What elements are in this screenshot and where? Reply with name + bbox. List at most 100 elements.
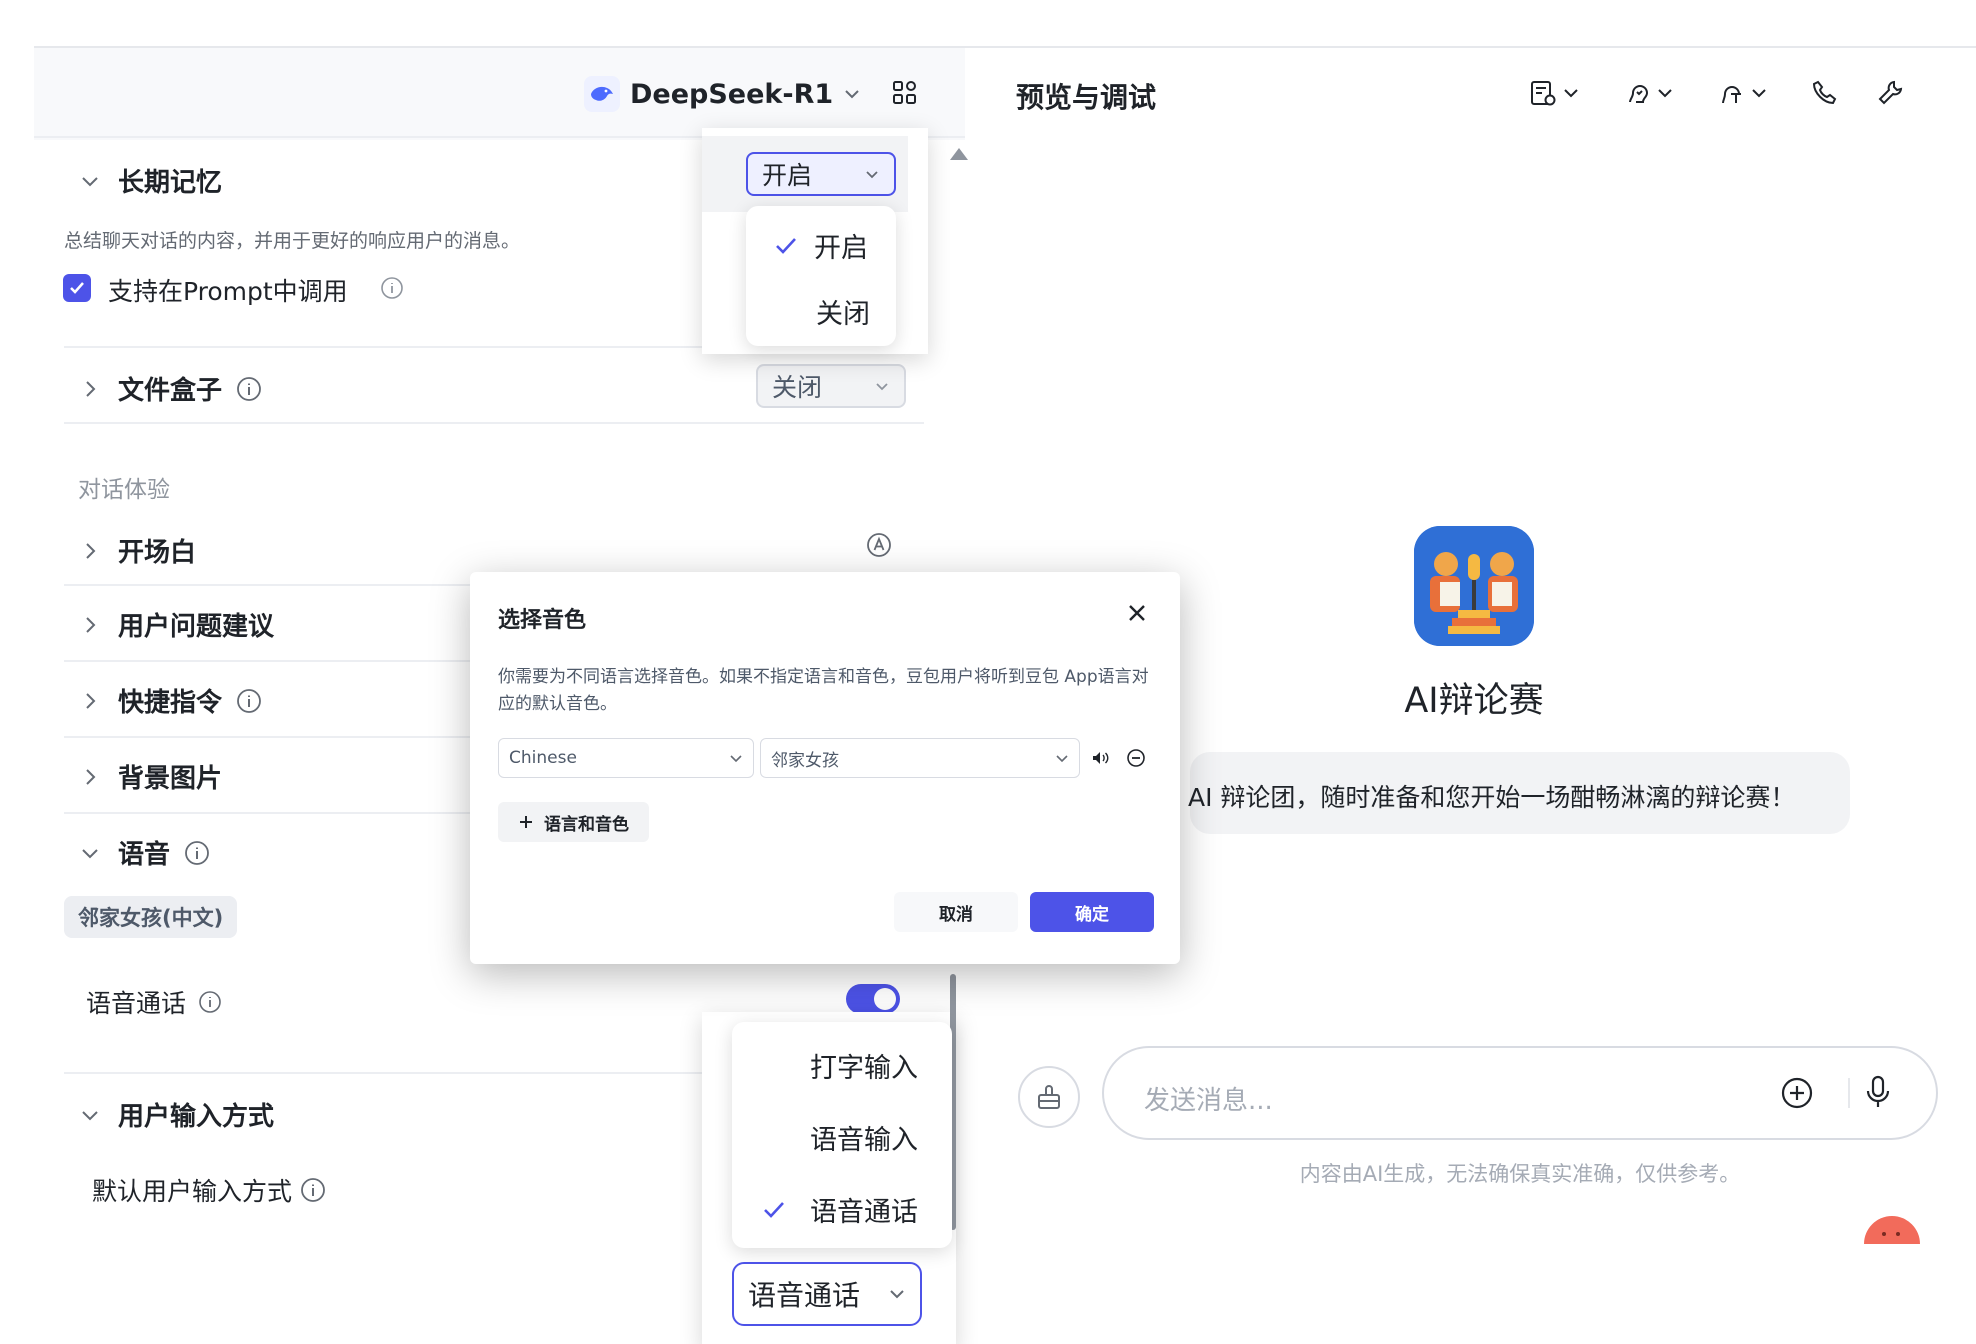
select-value: 关闭 bbox=[772, 373, 823, 402]
plus-circle-icon[interactable] bbox=[1780, 1076, 1814, 1110]
section-title: 快捷指令 bbox=[118, 688, 223, 718]
check-icon bbox=[776, 237, 796, 254]
preview-title: 预览与调试 bbox=[1016, 81, 1157, 114]
section-title: 语音 bbox=[118, 840, 171, 870]
voice-settings-menu[interactable] bbox=[1622, 78, 1674, 108]
bot-name: AI辩论赛 bbox=[1404, 681, 1544, 721]
menu-item-label: 关闭 bbox=[816, 299, 870, 330]
section-title: 文件盒子 bbox=[118, 376, 223, 406]
info-icon[interactable] bbox=[184, 840, 210, 866]
long-memory-select[interactable]: 开启 bbox=[746, 152, 896, 196]
chevron-down-icon bbox=[76, 167, 104, 195]
chevron-down-icon bbox=[76, 839, 104, 867]
mic-icon[interactable] bbox=[1862, 1074, 1894, 1110]
wrench-icon[interactable] bbox=[1876, 78, 1906, 108]
clear-context-icon bbox=[1038, 1085, 1060, 1109]
voice-select[interactable]: 邻家女孩 bbox=[760, 738, 1080, 778]
voice-call-label: 语音通话 bbox=[86, 989, 187, 1018]
section-background[interactable]: 背景图片 bbox=[76, 758, 222, 795]
check-icon bbox=[764, 1201, 784, 1218]
voice-call-label-row: 语音通话 bbox=[86, 984, 222, 1020]
chevron-down-icon bbox=[730, 755, 742, 763]
section-title: 开场白 bbox=[118, 538, 197, 568]
mic-settings-menu[interactable] bbox=[1716, 78, 1768, 108]
check-icon bbox=[70, 282, 84, 294]
dialog-experience-label: 对话体验 bbox=[78, 477, 170, 503]
user-input-select[interactable]: 语音通话 bbox=[732, 1262, 922, 1326]
mic-settings-icon bbox=[1722, 86, 1741, 104]
menu-item-typing[interactable]: 打字输入 bbox=[810, 1046, 918, 1085]
chevron-down-icon bbox=[1658, 89, 1672, 98]
file-box-select[interactable]: 关闭 bbox=[756, 364, 906, 408]
modal-title: 选择音色 bbox=[498, 608, 587, 633]
mascot-avatar[interactable] bbox=[1864, 1216, 1920, 1244]
menu-item-off[interactable]: 关闭 bbox=[816, 292, 870, 331]
scroll-up-arrow[interactable] bbox=[950, 148, 968, 160]
section-shortcuts[interactable]: 快捷指令 bbox=[76, 682, 262, 719]
chevron-down-icon bbox=[1056, 755, 1068, 763]
chevron-down-icon bbox=[876, 383, 888, 391]
info-icon[interactable] bbox=[236, 688, 262, 714]
modal-desc: 你需要为不同语言选择音色。如果不指定语言和音色，豆包用户将听到豆包 App语言对… bbox=[498, 667, 1149, 714]
phone-icon[interactable] bbox=[1810, 78, 1840, 108]
chevron-down-icon bbox=[890, 1290, 904, 1299]
plus-icon bbox=[520, 816, 532, 828]
chevron-down-icon bbox=[845, 90, 859, 99]
section-user-input[interactable]: 用户输入方式 bbox=[76, 1096, 274, 1133]
section-title: 用户问题建议 bbox=[118, 612, 275, 642]
layout-icon bbox=[1531, 81, 1556, 106]
chevron-right-icon bbox=[76, 375, 104, 403]
info-icon[interactable] bbox=[380, 276, 404, 300]
input-separator bbox=[1848, 1078, 1850, 1108]
model-selector[interactable]: DeepSeek-R1 bbox=[584, 72, 861, 116]
close-icon[interactable] bbox=[1124, 600, 1150, 626]
menu-item-voice-input[interactable]: 语音输入 bbox=[810, 1118, 918, 1157]
section-file-box[interactable]: 文件盒子 bbox=[76, 370, 262, 407]
chevron-down-icon bbox=[1564, 89, 1578, 98]
greeting-text: AI 辩论团，随时准备和您开始一场酣畅淋漓的辩论赛！ bbox=[1188, 783, 1796, 812]
clear-context-button[interactable] bbox=[1018, 1066, 1080, 1128]
chevron-right-icon bbox=[76, 763, 104, 791]
auto-generate-icon[interactable] bbox=[866, 532, 892, 558]
menu-item-voice-call[interactable]: 语音通话 bbox=[760, 1190, 918, 1229]
language-select[interactable]: Chinese bbox=[498, 738, 754, 778]
bot-avatar bbox=[1414, 526, 1534, 646]
default-input-label: 默认用户输入方式 bbox=[92, 1177, 293, 1206]
menu-item-on[interactable]: 开启 bbox=[772, 226, 868, 265]
voice-value: 邻家女孩 bbox=[771, 750, 839, 771]
section-title: 背景图片 bbox=[118, 764, 223, 794]
confirm-button[interactable]: 确定 bbox=[1030, 892, 1154, 932]
section-suggestions[interactable]: 用户问题建议 bbox=[76, 606, 274, 643]
layout-menu[interactable] bbox=[1528, 78, 1580, 108]
minus-circle-icon[interactable] bbox=[1126, 748, 1146, 768]
cancel-button[interactable]: 取消 bbox=[894, 892, 1018, 932]
menu-item-label: 语音输入 bbox=[810, 1125, 918, 1156]
add-label: 语言和音色 bbox=[544, 814, 629, 835]
info-icon[interactable] bbox=[198, 990, 222, 1014]
section-opening[interactable]: 开场白 bbox=[76, 532, 196, 569]
voice-call-toggle[interactable] bbox=[846, 984, 900, 1014]
prompt-checkbox-label: 支持在Prompt中调用 bbox=[108, 277, 348, 306]
menu-item-label: 打字输入 bbox=[810, 1053, 918, 1084]
chevron-down-icon bbox=[76, 1101, 104, 1129]
language-value: Chinese bbox=[509, 748, 577, 768]
voice-select-modal: 选择音色 你需要为不同语言选择音色。如果不指定语言和音色，豆包用户将听到豆包 A… bbox=[470, 572, 1180, 964]
message-placeholder: 发送消息... bbox=[1144, 1086, 1273, 1116]
divider bbox=[64, 422, 924, 424]
info-icon[interactable] bbox=[236, 376, 262, 402]
chevron-down-icon bbox=[866, 171, 878, 179]
select-value: 开启 bbox=[762, 161, 813, 190]
section-long-memory[interactable]: 长期记忆 bbox=[76, 162, 222, 199]
add-language-voice-button[interactable]: 语言和音色 bbox=[498, 802, 649, 842]
info-icon[interactable] bbox=[300, 1177, 326, 1203]
prompt-checkbox[interactable] bbox=[63, 274, 91, 302]
menu-item-label: 语音通话 bbox=[810, 1197, 918, 1228]
select-value: 语音通话 bbox=[748, 1279, 861, 1312]
speaker-icon[interactable] bbox=[1090, 748, 1110, 768]
ai-disclaimer: 内容由AI生成，无法确保真实准确，仅供参考。 bbox=[1299, 1162, 1741, 1186]
grid-icon[interactable] bbox=[890, 78, 920, 108]
chevron-right-icon bbox=[76, 687, 104, 715]
long-memory-desc: 总结聊天对话的内容，并用于更好的响应用户的消息。 bbox=[64, 230, 521, 252]
section-voice[interactable]: 语音 bbox=[76, 834, 210, 871]
default-input-label-row: 默认用户输入方式 bbox=[92, 1172, 326, 1208]
